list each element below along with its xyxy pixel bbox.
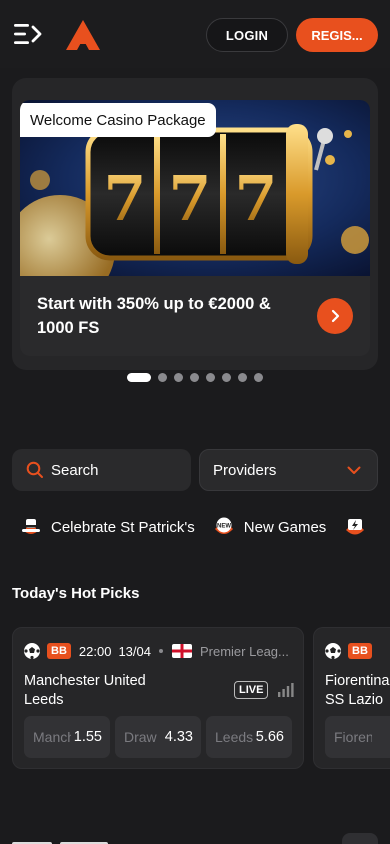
odds-row: Fiorentina 2 — [325, 716, 390, 758]
carousel-dot[interactable] — [222, 372, 231, 382]
football-icon — [325, 643, 341, 660]
match-card[interactable]: BB Fiorentina SS Lazio Fiorentina 2 — [313, 627, 390, 769]
match-teams: Manchester United Leeds — [24, 672, 146, 710]
search-label: Search — [51, 461, 99, 479]
odd-home[interactable]: Manchester United 1.55 — [24, 716, 110, 758]
match-meta: BB 22:00 13/04 Premier Leag... — [23, 642, 289, 660]
match-meta: BB — [324, 642, 372, 660]
odd-label: Draw — [124, 729, 157, 745]
leprechaun-hat-icon — [22, 519, 40, 534]
providers-label: Providers — [213, 461, 277, 479]
search-button[interactable]: Search — [12, 449, 191, 491]
odd-label: Leeds — [215, 729, 253, 745]
carousel-dot[interactable] — [254, 372, 263, 382]
svg-text:7: 7 — [168, 162, 211, 235]
hot-picks-title: Today's Hot Picks — [12, 585, 140, 602]
top-header: LOGIN REGIS... — [0, 0, 390, 68]
team-away: Leeds — [24, 692, 64, 708]
svg-text:NEW: NEW — [217, 524, 231, 530]
stats-bars-icon[interactable] — [278, 683, 294, 697]
odds-row: Manchester United 1.55 Draw 4.33 Leeds 5… — [24, 716, 292, 758]
carousel-dot[interactable] — [206, 372, 215, 382]
svg-text:7: 7 — [103, 162, 146, 235]
category-chips: Celebrate St Patrick's NEW New Games — [20, 512, 384, 542]
odd-label: Manchester United — [33, 729, 71, 745]
team-home: Manchester United — [24, 673, 146, 689]
brand-logo-icon[interactable] — [66, 20, 100, 50]
odd-draw[interactable]: Draw 4.33 — [115, 716, 201, 758]
chip-label: Celebrate St Patrick's — [51, 518, 195, 536]
svg-text:7: 7 — [234, 162, 277, 235]
carousel-dot[interactable] — [158, 372, 167, 382]
carousel-dot[interactable] — [190, 372, 199, 382]
match-league: Premier Leag... — [199, 643, 289, 659]
meta-separator — [158, 649, 163, 653]
football-icon — [24, 643, 40, 660]
carousel-dot[interactable] — [238, 372, 247, 382]
promo-next-button[interactable] — [317, 298, 353, 334]
odd-value: 5.66 — [255, 729, 284, 745]
carousel-dot[interactable] — [174, 372, 183, 382]
chevron-down-icon — [347, 466, 361, 474]
carousel-dots — [127, 372, 263, 382]
search-icon — [26, 461, 43, 478]
team-away: SS Lazio — [325, 692, 384, 708]
next-section-title-cropped — [12, 842, 108, 844]
chip-label: New Games — [243, 518, 327, 536]
odd-label: Fiorentina — [334, 729, 372, 745]
odd-value: 1.55 — [73, 729, 102, 745]
match-teams: Fiorentina SS Lazio — [325, 672, 389, 710]
menu-arrow-icon[interactable] — [14, 23, 42, 45]
bet-builder-badge: BB — [348, 643, 372, 659]
promo-card[interactable]: 7 7 7 Welcome Casino Package Start with … — [20, 100, 370, 356]
team-home: Fiorentina — [325, 673, 390, 689]
carousel-dot[interactable] — [127, 372, 151, 382]
odd-home[interactable]: Fiorentina 2 — [325, 716, 390, 758]
chip-st-patricks[interactable]: Celebrate St Patrick's — [20, 516, 195, 538]
promo-tag: Welcome Casino Package — [20, 103, 216, 137]
providers-dropdown[interactable]: Providers — [199, 449, 378, 491]
chip-new-games[interactable]: NEW New Games — [213, 516, 327, 538]
chevron-right-icon — [331, 309, 340, 323]
login-button[interactable]: LOGIN — [206, 18, 288, 52]
odd-away[interactable]: Leeds 5.66 — [206, 716, 292, 758]
chip-lightning[interactable] — [344, 516, 366, 538]
match-card[interactable]: BB 22:00 13/04 Premier Leag... Mancheste… — [12, 627, 304, 769]
odd-value: 4.33 — [164, 729, 193, 745]
match-time: 22:00 — [78, 643, 112, 659]
match-date: 13/04 — [118, 643, 151, 659]
register-button[interactable]: REGIS... — [296, 18, 378, 52]
new-badge-icon: NEW — [214, 517, 233, 534]
section-nav-button[interactable] — [342, 833, 378, 844]
promo-headline: Start with 350% up to €2000 & 1000 FS — [37, 295, 271, 337]
live-badge: LIVE — [234, 681, 269, 699]
bet-builder-badge: BB — [47, 643, 71, 659]
lightning-icon — [346, 519, 365, 535]
england-flag-icon — [171, 644, 192, 658]
